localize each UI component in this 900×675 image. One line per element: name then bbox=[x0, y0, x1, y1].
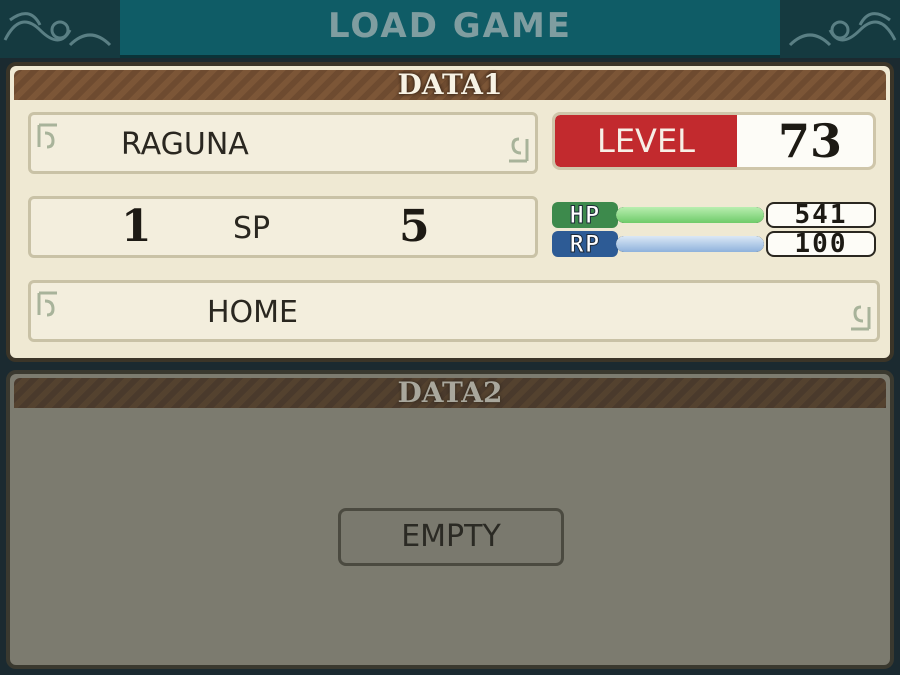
hp-label: HP bbox=[552, 202, 618, 229]
decorative-swirl-icon bbox=[780, 0, 900, 58]
save-slot-data2[interactable]: DATA2 EMPTY bbox=[6, 370, 894, 669]
level-display: LEVEL 73 bbox=[552, 112, 876, 170]
slot-title-band: DATA2 bbox=[14, 378, 886, 408]
level-value: 73 bbox=[777, 114, 842, 168]
slot-title-band: DATA1 bbox=[14, 70, 886, 100]
slot-title: DATA2 bbox=[397, 376, 503, 409]
page-title: LOAD GAME bbox=[327, 6, 573, 46]
location-name: HOME bbox=[207, 295, 299, 330]
sp-box: 1 SP 5 bbox=[28, 196, 538, 258]
slot-title: DATA1 bbox=[397, 68, 503, 101]
corner-ornament-icon bbox=[35, 121, 71, 161]
rp-bar bbox=[616, 236, 764, 252]
rp-row: RP 100 bbox=[552, 231, 878, 258]
sp-left-value: 1 bbox=[121, 201, 152, 252]
sp-right-value: 5 bbox=[399, 201, 430, 252]
rp-bar-fill bbox=[616, 236, 764, 252]
character-name: RAGUNA bbox=[121, 127, 249, 162]
corner-ornament-icon bbox=[837, 293, 873, 333]
save-slot-data1[interactable]: DATA1 RAGUNA LEVEL 73 1 SP 5 HP 541 RP 1… bbox=[6, 62, 894, 362]
empty-slot-button[interactable]: EMPTY bbox=[338, 508, 564, 566]
character-name-box: RAGUNA bbox=[28, 112, 538, 174]
location-box: HOME bbox=[28, 280, 880, 342]
level-label: LEVEL bbox=[555, 115, 737, 167]
hp-bar bbox=[616, 207, 764, 223]
load-game-header: LOAD GAME bbox=[0, 0, 900, 58]
rp-value: 100 bbox=[766, 231, 876, 257]
corner-ornament-icon bbox=[35, 289, 71, 329]
hp-row: HP 541 bbox=[552, 202, 878, 229]
hp-value: 541 bbox=[766, 202, 876, 228]
corner-ornament-icon bbox=[495, 125, 531, 165]
rp-label: RP bbox=[552, 231, 618, 258]
hp-bar-fill bbox=[616, 207, 764, 223]
sp-label: SP bbox=[233, 211, 271, 246]
